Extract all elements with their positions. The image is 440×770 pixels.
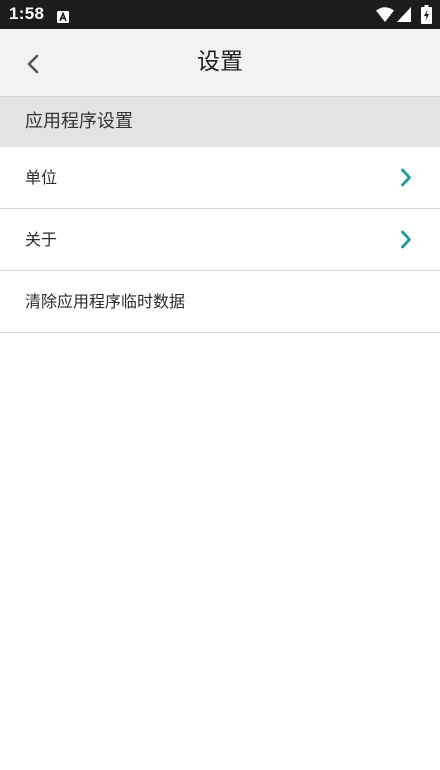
signal-icon	[397, 7, 411, 22]
wifi-icon	[376, 7, 394, 22]
settings-item-units[interactable]: 单位	[0, 147, 440, 209]
page-title: 设置	[197, 49, 243, 75]
list-item-label: 清除应用程序临时数据	[25, 292, 186, 311]
section-title: 应用程序设置	[25, 111, 133, 132]
settings-list: 单位 关于 清除应用程序临时数据	[0, 147, 440, 333]
chevron-right-icon	[401, 168, 411, 187]
settings-item-clear-temp-data[interactable]: 清除应用程序临时数据	[0, 271, 440, 333]
section-header: 应用程序设置	[0, 97, 440, 147]
chevron-right-icon	[401, 230, 411, 249]
app-bar: 设置	[0, 29, 440, 97]
battery-icon	[421, 5, 432, 24]
list-item-label: 单位	[25, 168, 58, 187]
a-letter-icon	[57, 8, 69, 23]
chevron-left-icon	[27, 54, 39, 74]
status-bar: 1:58	[0, 0, 440, 29]
list-item-label: 关于	[25, 230, 58, 249]
status-time: 1:58	[9, 4, 45, 23]
settings-item-about[interactable]: 关于	[0, 209, 440, 271]
back-button[interactable]	[14, 43, 54, 83]
